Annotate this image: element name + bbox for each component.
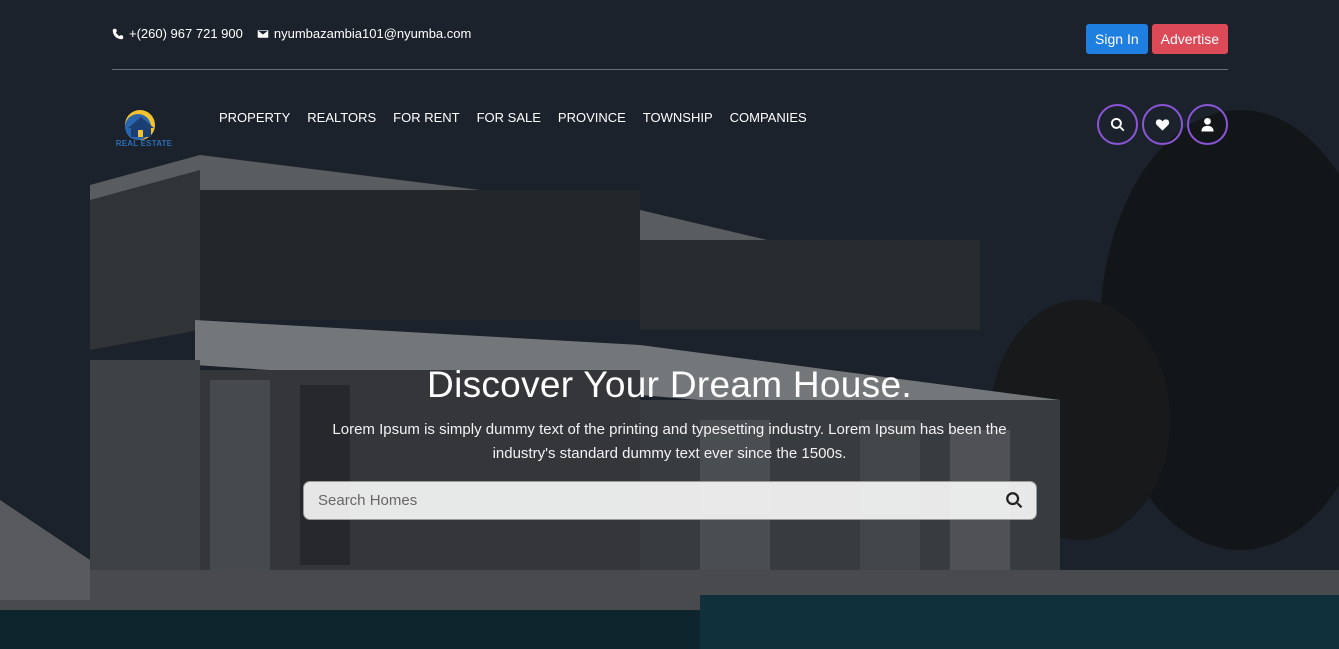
envelope-icon — [257, 29, 269, 38]
home-search-bar — [303, 481, 1037, 520]
search-submit-button[interactable] — [1005, 491, 1024, 510]
site-logo[interactable]: REAL ESTATE — [114, 106, 174, 150]
nav-item-companies[interactable]: COMPANIES — [730, 110, 807, 125]
nav-actions — [1097, 104, 1228, 145]
nav-item-province[interactable]: PROVINCE — [558, 110, 626, 125]
nav-menu: PROPERTY REALTORS FOR RENT FOR SALE PROV… — [219, 110, 807, 125]
nav-item-township[interactable]: TOWNSHIP — [643, 110, 713, 125]
nav-item-realtors[interactable]: REALTORS — [307, 110, 376, 125]
heart-icon — [1155, 119, 1170, 131]
contact-info: +(260) 967 721 900 nyumbazambia101@nyumb… — [112, 26, 471, 41]
nav-item-for-rent[interactable]: FOR RENT — [393, 110, 459, 125]
nav-item-for-sale[interactable]: FOR SALE — [477, 110, 541, 125]
nav-item-property[interactable]: PROPERTY — [219, 110, 290, 125]
phone-icon — [112, 28, 124, 39]
search-icon — [1006, 492, 1023, 509]
advertise-button[interactable]: Advertise — [1151, 24, 1228, 54]
sign-in-button[interactable]: Sign In — [1086, 24, 1148, 54]
logo-text: REAL ESTATE — [115, 139, 173, 148]
hero-subtitle: Lorem Ipsum is simply dummy text of the … — [332, 421, 1007, 462]
phone-contact[interactable]: +(260) 967 721 900 — [112, 26, 243, 41]
hero-background — [0, 0, 1339, 649]
hero-title: Discover Your Dream House. — [427, 364, 912, 405]
account-button[interactable] — [1187, 104, 1228, 145]
search-homes-input[interactable] — [318, 482, 978, 519]
user-icon — [1201, 117, 1214, 132]
top-bar: +(260) 967 721 900 nyumbazambia101@nyumb… — [112, 22, 1228, 70]
favorites-button[interactable] — [1142, 104, 1183, 145]
auth-buttons: Sign In Advertise — [1086, 24, 1228, 54]
main-nav: REAL ESTATE PROPERTY REALTORS FOR RENT F… — [112, 104, 1228, 148]
email-address: nyumbazambia101@nyumba.com — [273, 26, 472, 41]
search-icon — [1110, 117, 1125, 132]
email-contact[interactable]: nyumbazambia101@nyumba.com — [257, 26, 471, 41]
search-button[interactable] — [1097, 104, 1138, 145]
phone-number: +(260) 967 721 900 — [129, 26, 243, 41]
